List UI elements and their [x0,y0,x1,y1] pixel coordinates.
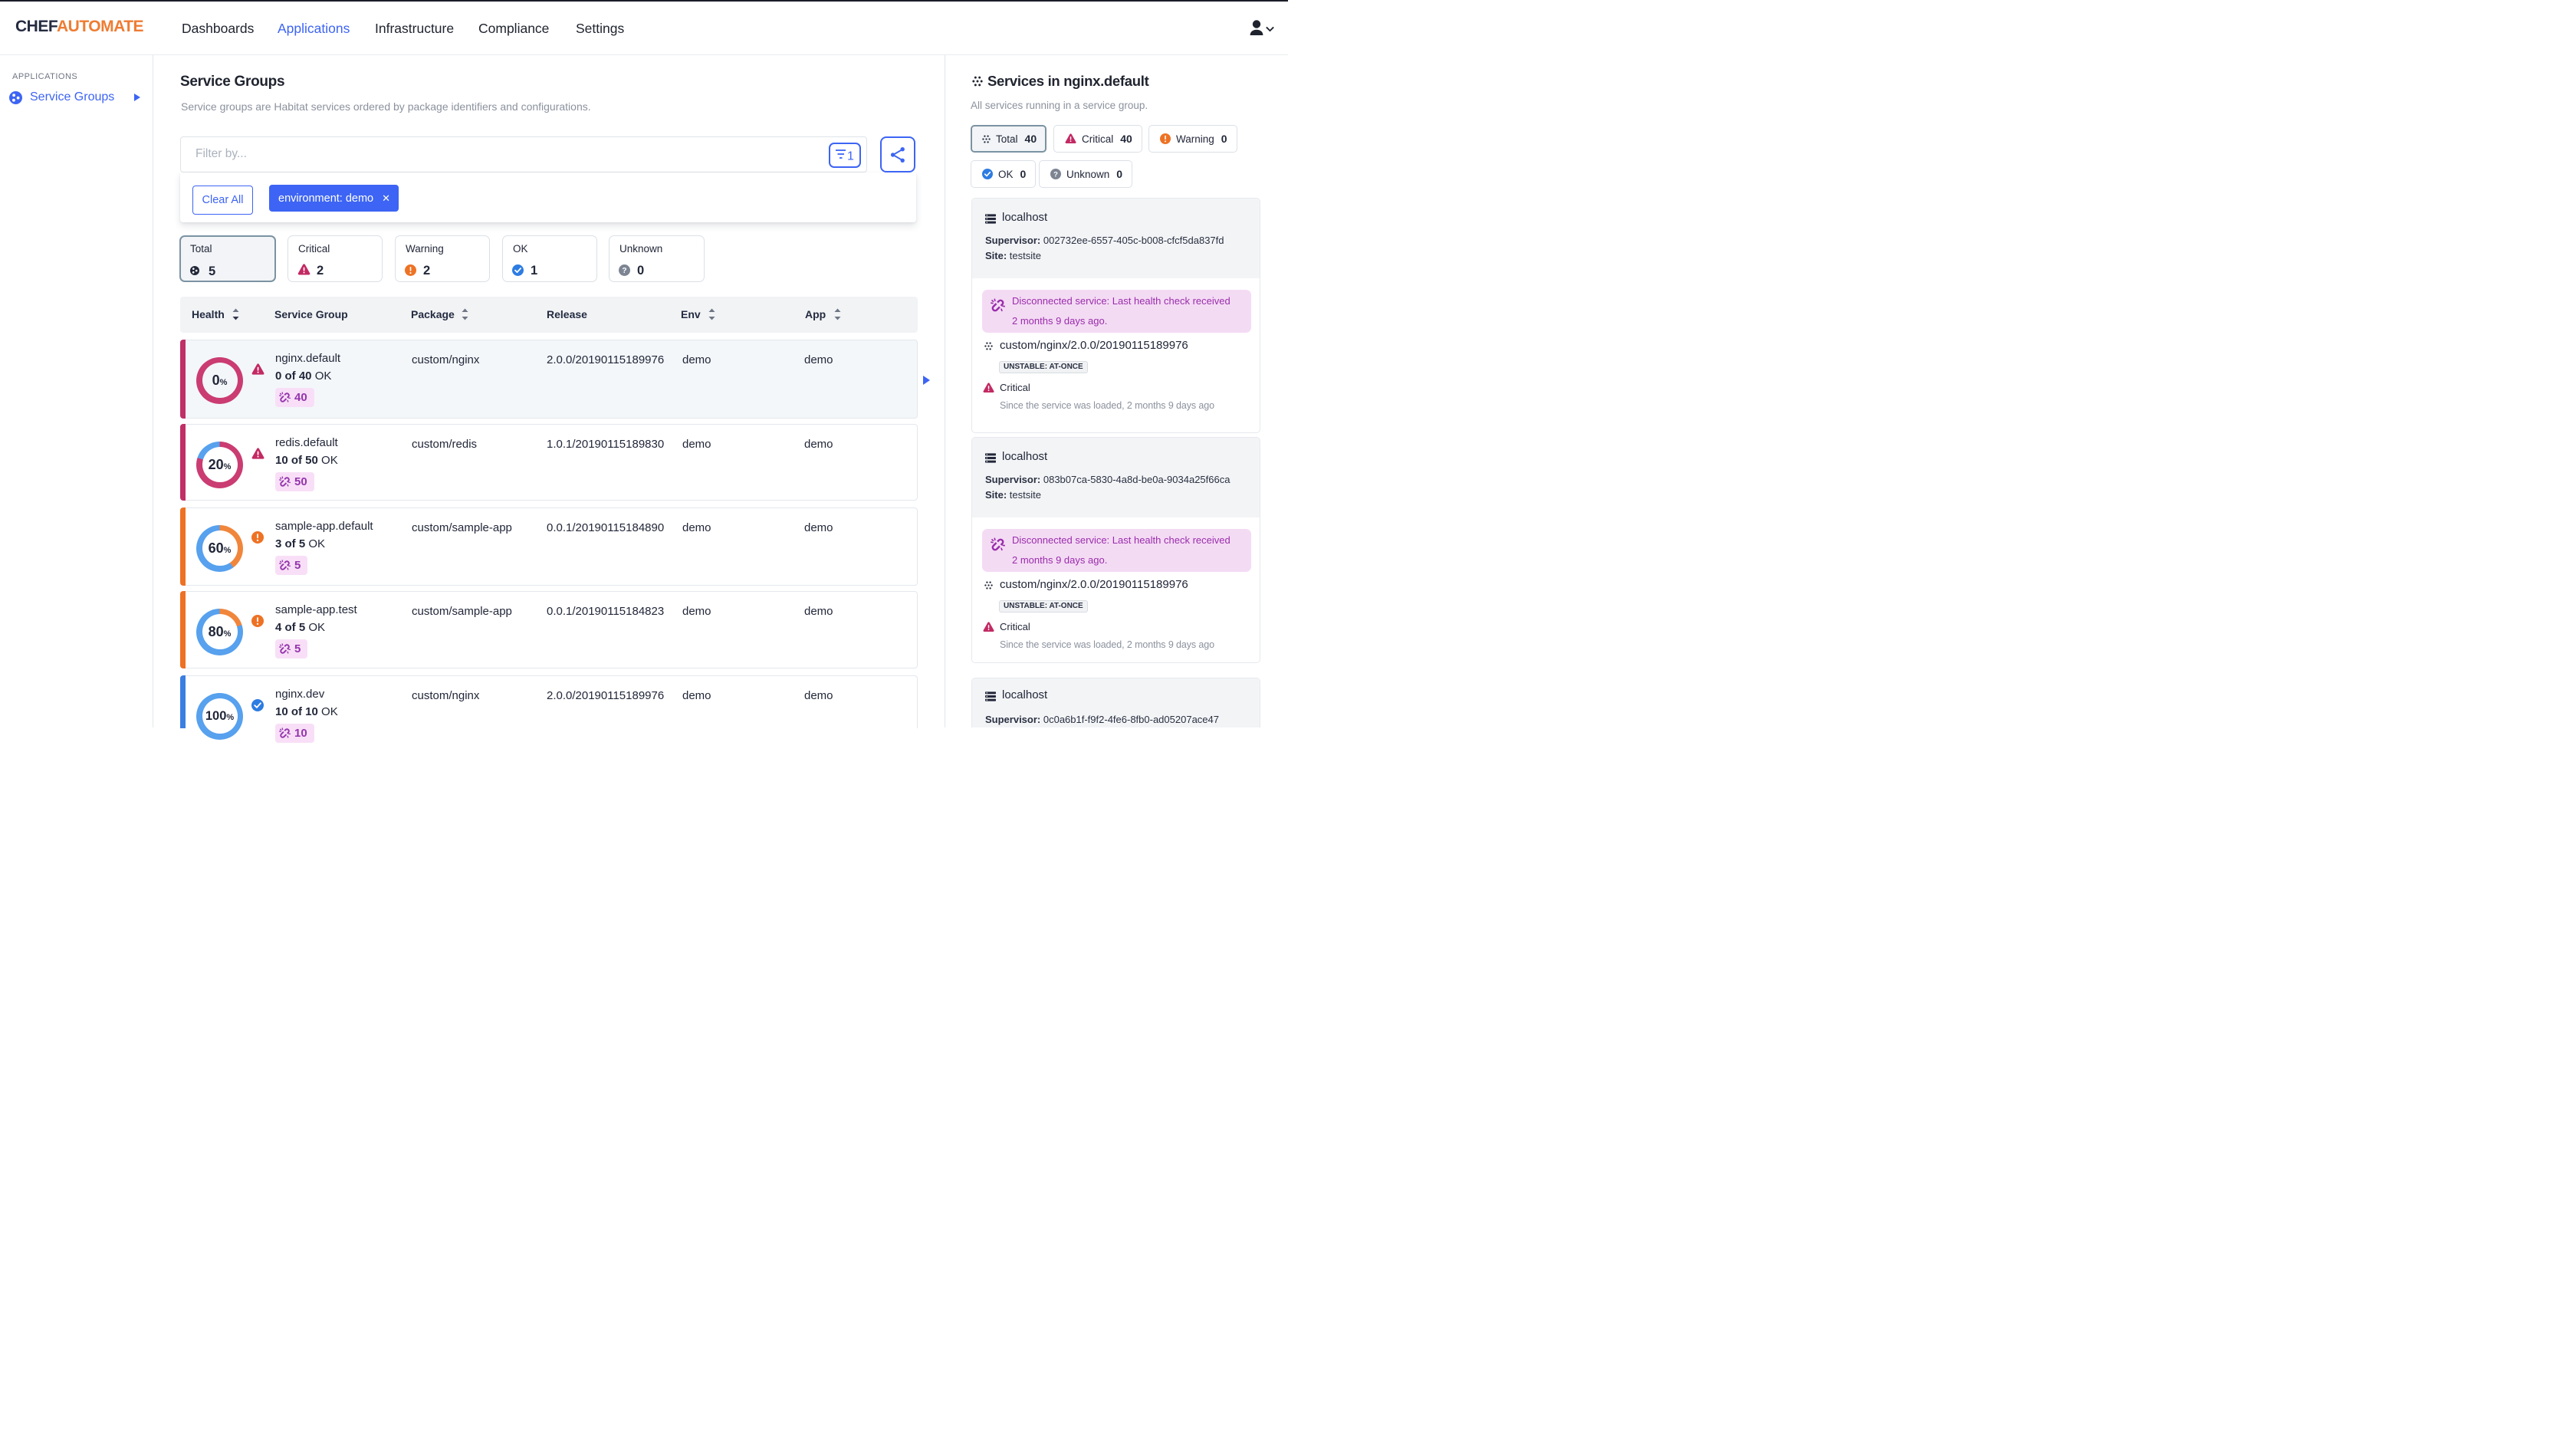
svg-text:1: 1 [847,149,854,163]
svg-text:?: ? [1053,170,1058,179]
svg-text:?: ? [622,267,626,275]
